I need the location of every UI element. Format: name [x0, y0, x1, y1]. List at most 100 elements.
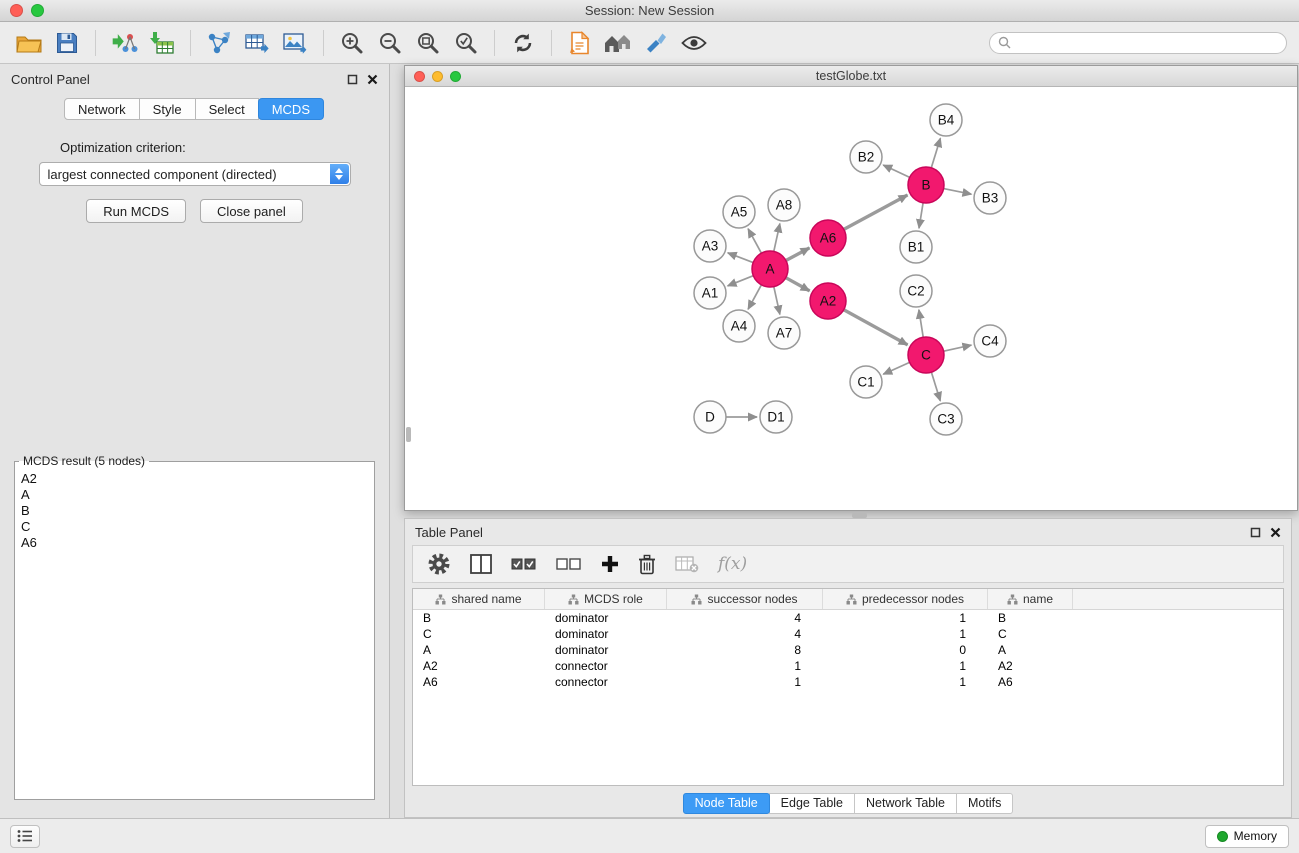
graph-edge-A-A3[interactable] [728, 253, 754, 263]
graph-node-B3[interactable]: B3 [974, 182, 1006, 214]
tab-network[interactable]: Network [64, 98, 140, 120]
delete-table-button[interactable] [675, 556, 699, 573]
graph-edge-B-B4[interactable] [931, 138, 940, 168]
table-cell[interactable]: A6 [988, 674, 1073, 690]
graph-node-A5[interactable]: A5 [723, 196, 755, 228]
unselect-all-columns-button[interactable] [556, 557, 582, 571]
zoom-out-button[interactable] [373, 27, 407, 59]
zoom-in-button[interactable] [335, 27, 369, 59]
graph-node-A7[interactable]: A7 [768, 317, 800, 349]
column-header-MCDS-role[interactable]: MCDS role [545, 589, 667, 609]
graph-edge-B-B3[interactable] [944, 189, 972, 195]
graph-edge-A6-B[interactable] [844, 195, 908, 229]
graph-node-A3[interactable]: A3 [694, 230, 726, 262]
select-all-columns-button[interactable] [511, 557, 537, 571]
table-cell[interactable]: 8 [667, 642, 823, 658]
search-field[interactable] [989, 32, 1287, 54]
table-cell[interactable]: dominator [545, 610, 667, 626]
vertical-scrollbar[interactable] [405, 87, 412, 510]
tab-edge-table[interactable]: Edge Table [769, 793, 855, 814]
mcds-result-item-A[interactable]: A [21, 487, 368, 503]
zoom-selected-button[interactable] [449, 27, 483, 59]
graph-node-A4[interactable]: A4 [723, 310, 755, 342]
first-neighbors-button[interactable] [601, 27, 635, 59]
graph-node-A6[interactable]: A6 [810, 220, 846, 256]
graph-edge-A-A5[interactable] [748, 229, 761, 254]
tab-network-table[interactable]: Network Table [854, 793, 957, 814]
graph-node-B[interactable]: B [908, 167, 944, 203]
table-cell[interactable]: 4 [667, 626, 823, 642]
graph-node-A8[interactable]: A8 [768, 189, 800, 221]
open-file-button[interactable] [12, 27, 46, 59]
table-row-A6[interactable]: A6connector11A6 [413, 674, 1283, 690]
table-cell[interactable]: C [988, 626, 1073, 642]
mcds-result-item-A2[interactable]: A2 [21, 471, 368, 487]
table-cell[interactable]: 1 [823, 610, 988, 626]
mcds-result-item-B[interactable]: B [21, 503, 368, 519]
graph-edge-C-C4[interactable] [944, 345, 972, 351]
memory-button[interactable]: Memory [1205, 825, 1289, 848]
tab-style[interactable]: Style [139, 98, 196, 120]
table-cell[interactable]: B [413, 610, 545, 626]
table-cell[interactable]: A2 [988, 658, 1073, 674]
show-columns-button[interactable] [470, 554, 492, 574]
table-cell[interactable]: dominator [545, 642, 667, 658]
graph-node-A[interactable]: A [752, 251, 788, 287]
tab-node-table[interactable]: Node Table [683, 793, 770, 814]
vertical-scrollbar-thumb[interactable] [406, 427, 411, 442]
search-input[interactable] [1016, 36, 1278, 50]
graph-edge-C-C1[interactable] [883, 362, 909, 374]
graph-node-A2[interactable]: A2 [810, 283, 846, 319]
graph-node-C4[interactable]: C4 [974, 325, 1006, 357]
export-network-button[interactable] [202, 27, 236, 59]
graph-node-B2[interactable]: B2 [850, 141, 882, 173]
import-table-button[interactable] [145, 27, 179, 59]
graph-node-C1[interactable]: C1 [850, 366, 882, 398]
function-builder-button[interactable]: f(x) [718, 554, 747, 574]
tab-mcds[interactable]: MCDS [258, 98, 324, 120]
export-table-button[interactable] [240, 27, 274, 59]
criterion-dropdown[interactable]: largest connected component (directed) [39, 162, 351, 186]
graph-edge-A-A1[interactable] [728, 276, 754, 286]
task-history-button[interactable] [10, 825, 40, 848]
save-session-button[interactable] [50, 27, 84, 59]
refresh-button[interactable] [506, 27, 540, 59]
style-brush-button[interactable] [639, 27, 673, 59]
graph-edge-A-A8[interactable] [774, 224, 780, 252]
table-cell[interactable]: 1 [667, 674, 823, 690]
graph-edge-B-B1[interactable] [919, 203, 923, 228]
table-cell[interactable]: A6 [413, 674, 545, 690]
table-cell[interactable]: 1 [667, 658, 823, 674]
graph-edge-C-C2[interactable] [919, 310, 923, 337]
column-header-name[interactable]: name [988, 589, 1073, 609]
zoom-window-button[interactable] [450, 71, 461, 82]
table-row-B[interactable]: Bdominator41B [413, 610, 1283, 626]
export-image-button[interactable] [278, 27, 312, 59]
table-cell[interactable]: B [988, 610, 1073, 626]
table-cell[interactable]: 0 [823, 642, 988, 658]
run-mcds-button[interactable]: Run MCDS [86, 199, 186, 223]
graph-node-D[interactable]: D [694, 401, 726, 433]
import-network-button[interactable] [107, 27, 141, 59]
table-cell[interactable]: A [988, 642, 1073, 658]
tab-motifs[interactable]: Motifs [956, 793, 1013, 814]
graph-edge-A-A6[interactable] [786, 248, 810, 261]
create-column-button[interactable] [601, 555, 619, 573]
close-panel-icon[interactable] [1270, 527, 1281, 538]
table-row-A2[interactable]: A2connector11A2 [413, 658, 1283, 674]
zoom-window-button[interactable] [31, 4, 44, 17]
table-row-C[interactable]: Cdominator41C [413, 626, 1283, 642]
graph-edge-B-B2[interactable] [883, 165, 910, 177]
table-settings-button[interactable] [427, 552, 451, 576]
table-cell[interactable]: 1 [823, 658, 988, 674]
graph-edge-A2-C[interactable] [844, 310, 908, 345]
table-cell[interactable]: A [413, 642, 545, 658]
graph-edge-A-A2[interactable] [786, 278, 810, 291]
close-panel-button[interactable]: Close panel [200, 199, 303, 223]
table-row-A[interactable]: Adominator80A [413, 642, 1283, 658]
document-button[interactable] [563, 27, 597, 59]
column-header-shared-name[interactable]: shared name [413, 589, 545, 609]
close-panel-icon[interactable] [367, 74, 378, 85]
column-header-predecessor-nodes[interactable]: predecessor nodes [823, 589, 988, 609]
graph-node-B4[interactable]: B4 [930, 104, 962, 136]
